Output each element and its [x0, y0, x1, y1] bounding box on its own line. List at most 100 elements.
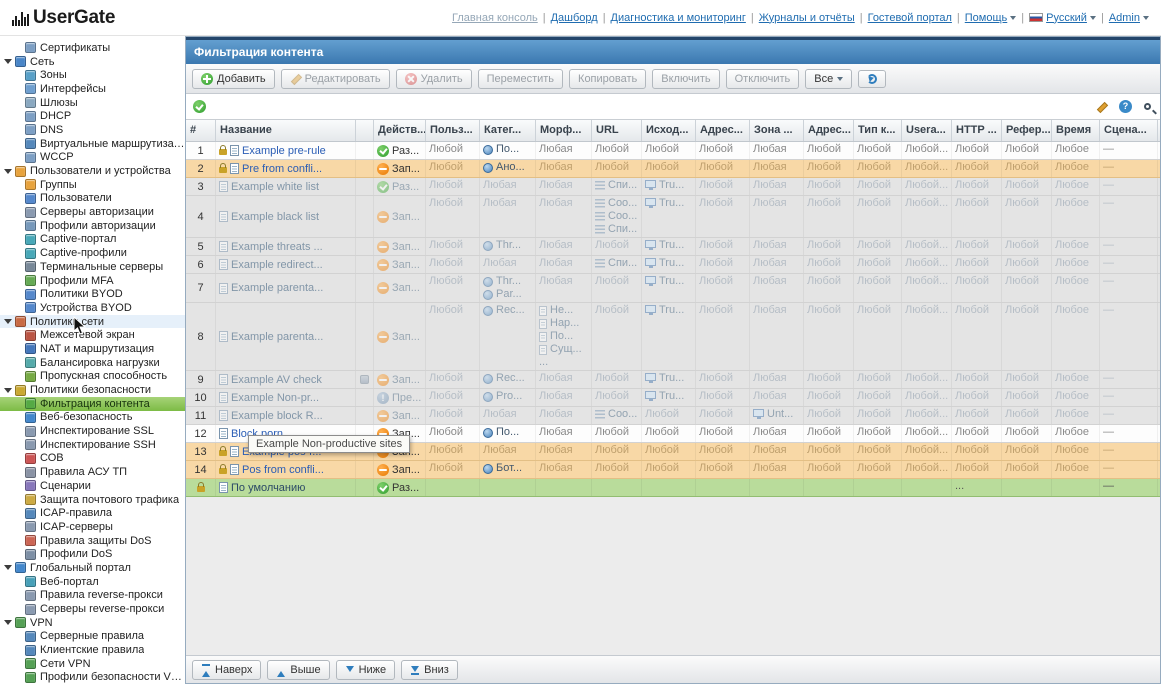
sidebar-item-certificates[interactable]: Сертификаты: [0, 41, 185, 55]
sidebar-item-zones[interactable]: Зоны: [0, 68, 185, 82]
sidebar-item-vpn-networks[interactable]: Сети VPN: [0, 657, 185, 671]
sidebar-item-dos-protection-rules[interactable]: Правила защиты DoS: [0, 534, 185, 548]
filter-all-dropdown[interactable]: Все: [805, 69, 852, 89]
sidebar-item-gateways[interactable]: Шлюзы: [0, 96, 185, 110]
table-row[interactable]: 10Example Non-pr...Пре...ЛюбойPro...Люба…: [186, 389, 1160, 407]
table-row[interactable]: 11Example block R...Зап...ЛюбойЛюбаяЛюба…: [186, 407, 1160, 425]
nav-link-admin[interactable]: Admin: [1109, 12, 1149, 24]
edit-filter-button[interactable]: [1094, 99, 1109, 114]
sidebar-item-captive-portal[interactable]: Captive-портал: [0, 233, 185, 247]
nav-link-help[interactable]: Помощь: [965, 12, 1017, 24]
table-row[interactable]: 9Example AV checkЗап...ЛюбойRec...ЛюбаяЛ…: [186, 371, 1160, 389]
sidebar-item-reverse-proxy-servers[interactable]: Серверы reverse-прокси: [0, 602, 185, 616]
toolbar-button-edit[interactable]: Редактировать: [281, 69, 390, 89]
sidebar-item-load-balancing[interactable]: Балансировка нагрузки: [0, 356, 185, 370]
sidebar-item-mfa-profiles[interactable]: Профили MFA: [0, 274, 185, 288]
sidebar-item-users-devices[interactable]: Пользователи и устройства: [0, 164, 185, 178]
sidebar-item-virtual-routers[interactable]: Виртуальные маршрутизаторы: [0, 137, 185, 151]
table-row[interactable]: 8Example parenta...Зап...ЛюбойRec...Не..…: [186, 303, 1160, 371]
sidebar-item-web-portal[interactable]: Веб-портал: [0, 575, 185, 589]
help-button[interactable]: [1117, 98, 1134, 115]
column-header-action[interactable]: Действ...: [374, 120, 426, 141]
column-header-scenario[interactable]: Сцена...: [1100, 120, 1158, 141]
column-header-dst_zone[interactable]: Зона ...: [750, 120, 804, 141]
column-header-time[interactable]: Время: [1052, 120, 1100, 141]
sidebar-item-terminal-servers[interactable]: Терминальные серверы: [0, 260, 185, 274]
toolbar-button-copy[interactable]: Копировать: [569, 69, 646, 89]
search-button[interactable]: [1142, 101, 1153, 112]
sidebar-item-icap-servers[interactable]: ICAP-серверы: [0, 520, 185, 534]
sidebar-item-vpn-server-rules[interactable]: Серверные правила: [0, 630, 185, 644]
toolbar-button-disable[interactable]: Отключить: [726, 69, 800, 89]
sidebar-item-dns[interactable]: DNS: [0, 123, 185, 137]
sidebar-item-auth-profiles[interactable]: Профили авторизации: [0, 219, 185, 233]
column-header-name[interactable]: Название: [216, 120, 356, 141]
sidebar-item-network-policies[interactable]: Политики сети: [0, 315, 185, 329]
table-row[interactable]: 3Example white listРаз...ЛюбойЛюбаяЛюбая…: [186, 178, 1160, 196]
footer-button-move-top[interactable]: Наверх: [192, 660, 261, 680]
column-header-morphology[interactable]: Морф...: [536, 120, 592, 141]
nav-link-diagnostics-monitoring[interactable]: Диагностика и мониторинг: [611, 12, 746, 24]
sidebar-item-scada-rules[interactable]: Правила АСУ ТП: [0, 465, 185, 479]
sidebar-item-firewall[interactable]: Межсетевой экран: [0, 328, 185, 342]
sidebar-item-web-safety[interactable]: Веб-безопасность: [0, 411, 185, 425]
sidebar-item-interfaces[interactable]: Интерфейсы: [0, 82, 185, 96]
table-row[interactable]: 5Example threats ...Зап...ЛюбойThr...Люб…: [186, 238, 1160, 256]
column-header-useragent[interactable]: Usera...: [902, 120, 952, 141]
toolbar-button-add[interactable]: Добавить: [192, 69, 275, 89]
sidebar-item-captive-profiles[interactable]: Captive-профили: [0, 246, 185, 260]
sidebar-item-dhcp[interactable]: DHCP: [0, 109, 185, 123]
column-header-categories[interactable]: Катег...: [480, 120, 536, 141]
toolbar-button-delete[interactable]: Удалить: [396, 69, 472, 89]
sidebar-item-dos-profiles[interactable]: Профили DoS: [0, 547, 185, 561]
sidebar-item-nat-routing[interactable]: NAT и маршрутизация: [0, 342, 185, 356]
table-row[interactable]: 14Pos from confli...Зап...ЛюбойБот...Люб…: [186, 461, 1160, 479]
sidebar-item-ids[interactable]: СОВ: [0, 452, 185, 466]
sidebar-item-byod-policies[interactable]: Политики BYOD: [0, 287, 185, 301]
column-header-referer[interactable]: Рефер...: [1002, 120, 1052, 141]
table-row[interactable]: 2Pre from confli...Зап...ЛюбойАно...Люба…: [186, 160, 1160, 178]
column-header-src_address[interactable]: Адрес...: [696, 120, 750, 141]
sidebar-item-global-portal[interactable]: Глобальный портал: [0, 561, 185, 575]
column-header-num[interactable]: #: [186, 120, 216, 141]
sidebar-item-vpn[interactable]: VPN: [0, 616, 185, 630]
sidebar-item-auth-servers[interactable]: Серверы авторизации: [0, 205, 185, 219]
sidebar-item-icap-rules[interactable]: ICAP-правила: [0, 506, 185, 520]
sidebar-item-content-filtering[interactable]: Фильтрация контента: [0, 397, 185, 411]
column-header-url[interactable]: URL: [592, 120, 642, 141]
column-header-users[interactable]: Польз...: [426, 120, 480, 141]
column-header-src_zone[interactable]: Исход...: [642, 120, 696, 141]
table-row[interactable]: 6Example redirect...Зап...ЛюбойЛюбаяЛюба…: [186, 256, 1160, 274]
refresh-button[interactable]: [858, 70, 886, 88]
table-row[interactable]: 4Example black listЗап...ЛюбойЛюбаяЛюбая…: [186, 196, 1160, 238]
sidebar-item-mail-protection[interactable]: Защита почтового трафика: [0, 493, 185, 507]
sidebar-item-security-policies[interactable]: Политики безопасности: [0, 383, 185, 397]
toolbar-button-move[interactable]: Переместить: [478, 69, 563, 89]
nav-link-dashboard[interactable]: Дашборд: [551, 12, 598, 24]
toolbar-button-enable[interactable]: Включить: [652, 69, 719, 89]
column-header-dst_address[interactable]: Адрес...: [804, 120, 854, 141]
sidebar-item-vpn-security-profiles[interactable]: Профили безопасности VPN: [0, 671, 185, 684]
nav-link-logs-reports[interactable]: Журналы и отчёты: [759, 12, 855, 24]
sidebar-item-byod-devices[interactable]: Устройства BYOD: [0, 301, 185, 315]
sidebar-item-users[interactable]: Пользователи: [0, 192, 185, 206]
sidebar-item-bandwidth[interactable]: Пропускная способность: [0, 370, 185, 384]
footer-button-move-down[interactable]: Ниже: [336, 660, 396, 680]
table-row[interactable]: 7Example parenta...Зап...ЛюбойThr...Par.…: [186, 274, 1160, 303]
table-row[interactable]: 1Example pre-ruleРаз...ЛюбойПо...ЛюбаяЛю…: [186, 142, 1160, 160]
table-row[interactable]: По умолчаниюРаз......—: [186, 479, 1160, 497]
sidebar-item-scenarios[interactable]: Сценарии: [0, 479, 185, 493]
column-header-content_type[interactable]: Тип к...: [854, 120, 902, 141]
column-header-opt[interactable]: [356, 120, 374, 141]
sidebar-item-groups[interactable]: Группы: [0, 178, 185, 192]
sidebar-item-vpn-client-rules[interactable]: Клиентские правила: [0, 643, 185, 657]
sidebar-item-ssl-inspection[interactable]: Инспектирование SSL: [0, 424, 185, 438]
sidebar-item-network[interactable]: Сеть: [0, 55, 185, 69]
footer-button-move-up[interactable]: Выше: [267, 660, 329, 680]
column-header-http_method[interactable]: HTTP ...: [952, 120, 1002, 141]
nav-link-guest-portal[interactable]: Гостевой портал: [868, 12, 952, 24]
nav-link-language[interactable]: Русский: [1029, 12, 1096, 24]
footer-button-move-bottom[interactable]: Вниз: [401, 660, 458, 680]
sidebar-item-wccp[interactable]: WCCP: [0, 151, 185, 165]
sidebar-item-ssh-inspection[interactable]: Инспектирование SSH: [0, 438, 185, 452]
